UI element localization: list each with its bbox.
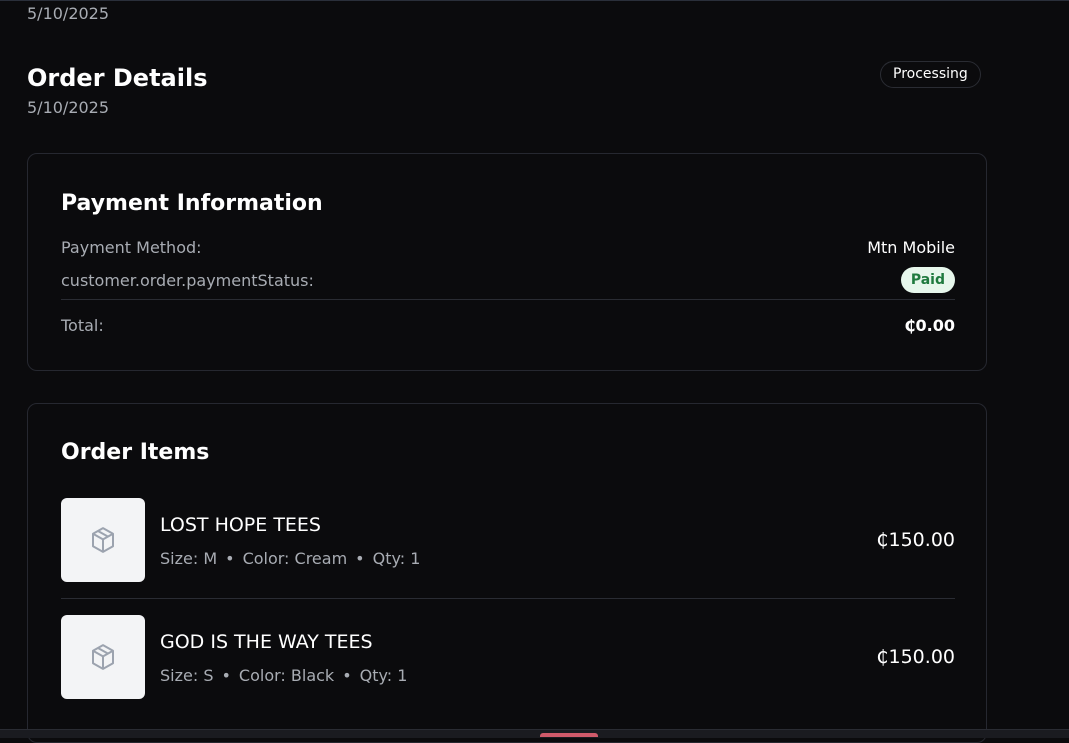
item-size: Size: M [160, 549, 218, 568]
payment-status-badge: Paid [900, 267, 955, 293]
item-color: Color: Cream [242, 549, 348, 568]
payment-information-title: Payment Information [61, 191, 323, 216]
item-details: Size: M • Color: Cream • Qty: 1 [160, 549, 420, 568]
item-size: Size: S [160, 666, 214, 685]
item-divider [61, 598, 955, 599]
order-items-title: Order Items [61, 440, 210, 465]
bottom-indicator [540, 733, 598, 737]
order-item[interactable]: LOST HOPE TEES Size: M • Color: Cream • … [61, 498, 955, 582]
item-name: LOST HOPE TEES [160, 514, 321, 536]
order-status-badge: Processing [880, 61, 981, 88]
item-price: ₵150.00 [876, 529, 955, 551]
payment-status-label: customer.order.paymentStatus: [61, 271, 314, 290]
item-price: ₵150.00 [876, 646, 955, 668]
item-quantity: Qty: 1 [372, 549, 421, 568]
item-name: GOD IS THE WAY TEES [160, 631, 373, 653]
payment-divider [61, 299, 955, 300]
item-color: Color: Black [238, 666, 335, 685]
order-items-card: Order Items LOST HOPE TEES Size: M • Col… [27, 403, 987, 743]
package-icon [92, 644, 114, 670]
package-icon [92, 527, 114, 553]
bullet-separator: • [225, 549, 235, 568]
total-label: Total: [61, 316, 104, 335]
item-quantity: Qty: 1 [359, 666, 408, 685]
payment-method-label: Payment Method: [61, 238, 202, 257]
item-thumbnail [61, 615, 145, 699]
bullet-separator: • [355, 549, 365, 568]
payment-method-value: Mtn Mobile [867, 238, 955, 257]
bullet-separator: • [221, 666, 231, 685]
top-border [0, 0, 1069, 1]
previous-date-text: 5/10/2025 [27, 4, 110, 23]
bullet-separator: • [342, 666, 352, 685]
page-title: Order Details [27, 64, 208, 92]
item-thumbnail [61, 498, 145, 582]
payment-information-card: Payment Information Payment Method: Mtn … [27, 153, 987, 371]
order-date: 5/10/2025 [27, 98, 110, 117]
order-item[interactable]: GOD IS THE WAY TEES Size: S • Color: Bla… [61, 615, 955, 699]
total-value: ₵0.00 [904, 316, 955, 335]
item-details: Size: S • Color: Black • Qty: 1 [160, 666, 407, 685]
